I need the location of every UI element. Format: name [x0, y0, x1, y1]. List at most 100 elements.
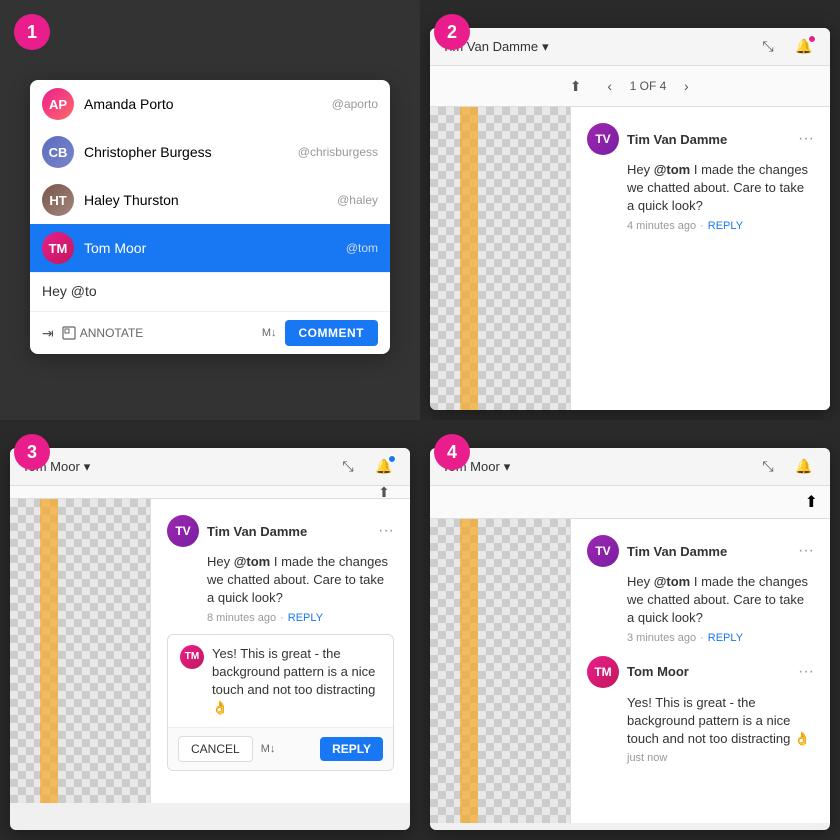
quadrant-3: 3 Tom Moor ⤡ 🔔 ⬆ TV Tim: [0, 420, 420, 840]
more-options-q3[interactable]: ···: [378, 522, 394, 540]
avatar-tom-q4: TM: [587, 656, 619, 688]
reply-input-row: TM Yes! This is great - the background p…: [168, 635, 393, 728]
more-options-q4[interactable]: ···: [798, 542, 814, 560]
more-options-q2[interactable]: ···: [798, 130, 814, 148]
avatar-tim-q3: TV: [167, 515, 199, 547]
nav-prev-q2[interactable]: ‹: [598, 74, 622, 98]
resize-icon[interactable]: ⤡: [754, 33, 782, 61]
avatar-amanda: AP: [42, 88, 74, 120]
mention-dropdown: AP Amanda Porto @aporto CB Christopher B…: [30, 80, 390, 273]
comment-meta-q3: 8 minutes ago · REPLY: [207, 612, 394, 624]
comment-text-q2: Hey @tom I made the changes we chatted a…: [627, 161, 814, 216]
orange-bar-2: [460, 107, 478, 410]
commenter-name-q3: Tim Van Damme: [207, 524, 370, 539]
comment-input[interactable]: [42, 283, 378, 299]
notification-icon[interactable]: 🔔: [790, 33, 818, 61]
figma-content-2: TV Tim Van Damme ··· Hey @tom I made the…: [430, 107, 830, 410]
user-name-christopher: Christopher Burgess: [84, 144, 282, 160]
comments-panel-2: TV Tim Van Damme ··· Hey @tom I made the…: [570, 107, 830, 410]
mention-q3: @tom: [234, 554, 271, 569]
figma-window-2: Tim Van Damme ⤡ 🔔 ⬆ ‹ 1 OF 4 › TV: [430, 28, 830, 410]
reply-meta-q4: just now: [627, 752, 814, 764]
reply-box-q3: TM Yes! This is great - the background p…: [167, 634, 394, 772]
orange-bar-4: [460, 519, 478, 823]
mention-item-amanda[interactable]: AP Amanda Porto @aporto: [30, 80, 390, 128]
notification-dot: [808, 35, 816, 43]
reply-author-q4: Tom Moor: [627, 664, 790, 679]
comment-entry-q4: TV Tim Van Damme ··· Hey @tom I made the…: [587, 535, 814, 644]
figma-user-q4[interactable]: Tom Moor: [442, 459, 746, 475]
chevron-down-icon-q3: [84, 459, 91, 475]
reply-actions-q3: CANCEL M↓ REPLY: [168, 727, 393, 770]
mention-item-haley[interactable]: HT Haley Thurston @haley: [30, 176, 390, 224]
share-button-q2[interactable]: ⬆: [562, 72, 590, 100]
orange-bar-3: [40, 499, 58, 803]
resize-icon-q3[interactable]: ⤡: [334, 453, 362, 481]
reply-avatar-q3: TM: [180, 645, 204, 669]
avatar-christopher: CB: [42, 136, 74, 168]
avatar-tom: TM: [42, 232, 74, 264]
comment-header-q4: TV Tim Van Damme ···: [587, 535, 814, 567]
figma-topbar-2: Tim Van Damme ⤡ 🔔: [430, 28, 830, 66]
figma-window-3: Tom Moor ⤡ 🔔 ⬆ TV Tim Van Damme ··: [10, 448, 410, 830]
reply-entry-q4: TM Tom Moor ··· Yes! This is great - the…: [587, 656, 814, 765]
figma-content-3: TV Tim Van Damme ··· Hey @tom I made the…: [10, 499, 410, 803]
reply-input-q3[interactable]: Yes! This is great - the background patt…: [212, 645, 381, 718]
markdown-toggle[interactable]: M↓: [262, 327, 277, 339]
reply-link-q4[interactable]: REPLY: [708, 632, 743, 644]
annotate-label: ANNOTATE: [80, 326, 144, 340]
quadrant-2: 2 Tim Van Damme ⤡ 🔔 ⬆ ‹ 1 OF 4 ›: [420, 0, 840, 420]
quadrant-1: 1 AP Amanda Porto @aporto CB Christopher…: [0, 0, 420, 420]
badge-4: 4: [434, 434, 470, 470]
more-options-reply-q4[interactable]: ···: [798, 663, 814, 681]
comment-header-q3: TV Tim Van Damme ···: [167, 515, 394, 547]
figma-user-q2[interactable]: Tim Van Damme: [442, 39, 746, 55]
comment-text-q4: Hey @tom I made the changes we chatted a…: [627, 573, 814, 628]
comment-entry-q2: TV Tim Van Damme ··· Hey @tom I made the…: [587, 123, 814, 232]
notification-icon-q3[interactable]: 🔔: [370, 453, 398, 481]
comment-meta-q4: 3 minutes ago · REPLY: [627, 632, 814, 644]
figma-topbar-4: Tom Moor ⤡ 🔔: [430, 448, 830, 486]
comment-text-q3: Hey @tom I made the changes we chatted a…: [207, 553, 394, 608]
markdown-toggle-q3[interactable]: M↓: [261, 743, 276, 755]
figma-nav-4: ⬆: [430, 486, 830, 519]
share-button-q3[interactable]: ⬆: [370, 478, 398, 506]
badge-2: 2: [434, 14, 470, 50]
mention-item-christopher[interactable]: CB Christopher Burgess @chrisburgess: [30, 128, 390, 176]
user-handle-christopher: @chrisburgess: [298, 145, 378, 159]
nav-next-q2[interactable]: ›: [674, 74, 698, 98]
avatar-haley: HT: [42, 184, 74, 216]
mention-item-tom[interactable]: TM Tom Moor @tom: [30, 224, 390, 272]
user-name-tom: Tom Moor: [84, 240, 330, 256]
user-handle-amanda: @aporto: [332, 97, 378, 111]
commenter-name-q4: Tim Van Damme: [627, 544, 790, 559]
user-name-haley: Haley Thurston: [84, 192, 321, 208]
annotate-icon: [62, 326, 76, 340]
comment-entry-q3: TV Tim Van Damme ··· Hey @tom I made the…: [167, 515, 394, 771]
figma-canvas-2: [430, 107, 570, 410]
cancel-button-q3[interactable]: CANCEL: [178, 736, 253, 762]
figma-nav-3: ⬆: [10, 486, 410, 499]
avatar-tim-q4: TV: [587, 535, 619, 567]
avatar-tim-q2: TV: [587, 123, 619, 155]
badge-1: 1: [14, 14, 50, 50]
figma-topbar-3: Tom Moor ⤡ 🔔: [10, 448, 410, 486]
comment-meta-q2: 4 minutes ago · REPLY: [627, 220, 814, 232]
resize-icon-q4[interactable]: ⤡: [754, 453, 782, 481]
figma-window-4: Tom Moor ⤡ 🔔 ⬆ TV Tim Van Damme ···: [430, 448, 830, 830]
nav-counter-q2: 1 OF 4: [630, 79, 667, 93]
commenter-name-q2: Tim Van Damme: [627, 132, 790, 147]
comments-panel-4: TV Tim Van Damme ··· Hey @tom I made the…: [570, 519, 830, 823]
reply-link-q2[interactable]: REPLY: [708, 220, 743, 232]
figma-nav-2: ⬆ ‹ 1 OF 4 ›: [430, 66, 830, 107]
mention-q2: @tom: [654, 162, 691, 177]
annotate-button[interactable]: ANNOTATE: [62, 326, 144, 340]
user-handle-haley: @haley: [337, 193, 378, 207]
reply-button-q3[interactable]: REPLY: [320, 737, 383, 761]
share-button-q4[interactable]: ⬆: [805, 492, 818, 512]
comments-panel-3: TV Tim Van Damme ··· Hey @tom I made the…: [150, 499, 410, 803]
comment-button[interactable]: COMMENT: [285, 320, 379, 346]
figma-user-q3[interactable]: Tom Moor: [22, 459, 326, 475]
reply-link-q3[interactable]: REPLY: [288, 612, 323, 624]
notification-icon-q4[interactable]: 🔔: [790, 453, 818, 481]
